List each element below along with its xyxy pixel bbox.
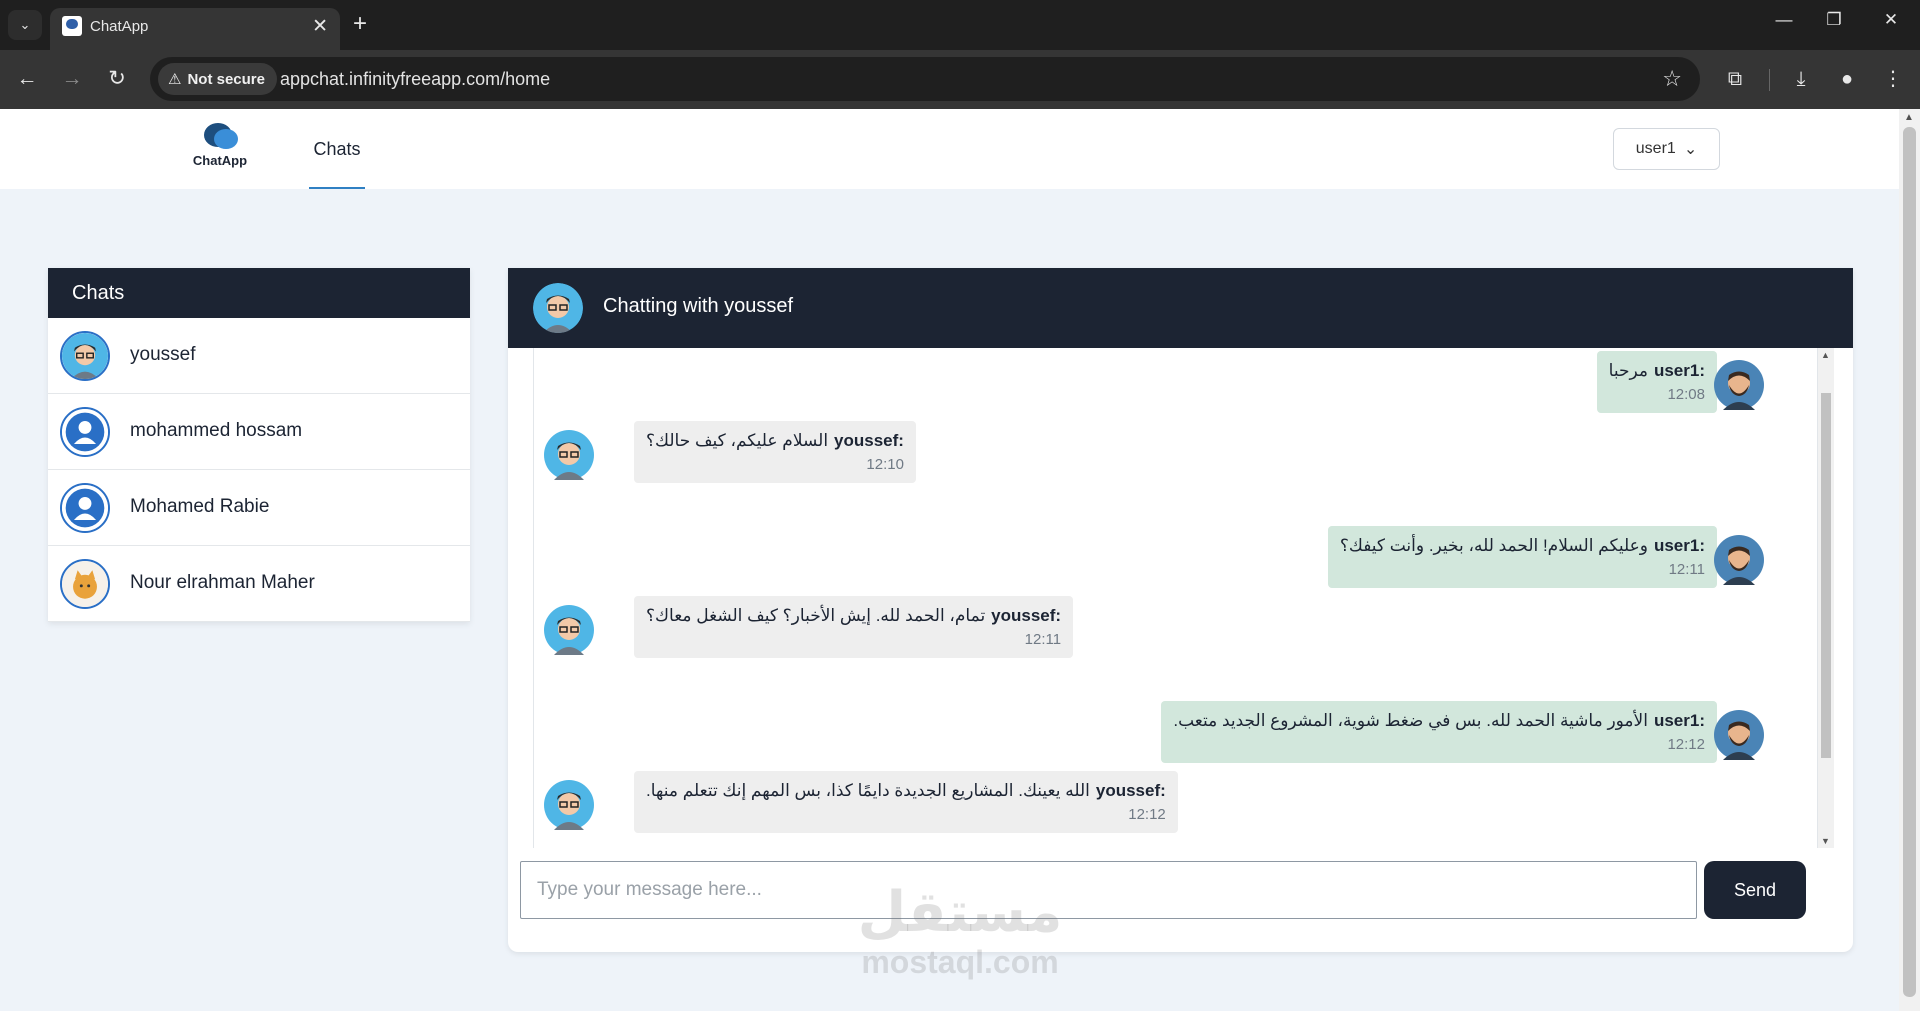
- back-icon[interactable]: ←: [12, 65, 42, 95]
- restore-icon[interactable]: ❐: [1819, 10, 1849, 30]
- reload-icon[interactable]: ↻: [102, 65, 132, 95]
- message-bubble-received: الله يعينك. المشاريع الجديدة دايمًا كذا،…: [634, 771, 1178, 833]
- page-scrollbar-thumb[interactable]: [1903, 127, 1916, 997]
- cartoon-man-avatar-icon: [60, 331, 110, 381]
- message-input[interactable]: [520, 861, 1697, 919]
- tab-title: ChatApp: [90, 18, 149, 35]
- browser-tab-strip: ⌄ ChatApp ✕ + — ❐ ✕: [0, 0, 1920, 50]
- cartoon-man-avatar-icon: [544, 605, 594, 655]
- chat-list-name: mohammed hossam: [130, 420, 303, 441]
- message-sender: user1:: [1653, 536, 1705, 555]
- close-tab-icon[interactable]: ✕: [312, 15, 328, 38]
- new-tab-icon[interactable]: +: [353, 10, 367, 38]
- chat-list-name: Nour elrahman Maher: [130, 572, 315, 593]
- user-menu-label: user1: [1635, 140, 1676, 157]
- message-text: وعليكم السلام! الحمد لله، بخير. وأنت كيف…: [1339, 536, 1648, 555]
- security-label: Not secure: [187, 70, 265, 88]
- bearded-man-avatar-icon: [1714, 360, 1764, 410]
- minimize-icon[interactable]: —: [1769, 10, 1799, 30]
- watermark-arabic: مستقل: [857, 880, 1063, 943]
- message-bubble-received: السلام عليكم، كيف حالك؟ youssef: 12:10: [634, 421, 916, 483]
- scroll-up-arrow-icon[interactable]: ▲: [1904, 112, 1914, 123]
- chat-list-item-nour-elrahman-maher[interactable]: Nour elrahman Maher: [48, 546, 470, 622]
- conversation-panel: Chatting with youssef مرحبا user1: 12:08 …: [508, 268, 1853, 952]
- message-sender: youssef:: [991, 606, 1062, 625]
- message-time: 12:11: [1024, 631, 1062, 648]
- chat-list-item-youssef[interactable]: youssef: [48, 318, 470, 394]
- page-scrollbar[interactable]: ▲: [1899, 109, 1920, 1011]
- message-composer: Send: [520, 861, 1840, 919]
- warning-icon: ⚠: [168, 71, 182, 88]
- message-list[interactable]: مرحبا user1: 12:08 السلام عليكم، كيف حالك…: [533, 348, 1818, 848]
- logo-text: ChatApp: [192, 153, 248, 168]
- message-text: الأمور ماشية الحمد لله. بس في ضغط شوية، …: [1173, 711, 1648, 730]
- message-bubble-sent: وعليكم السلام! الحمد لله، بخير. وأنت كيف…: [1327, 526, 1717, 588]
- download-icon[interactable]: ⤓: [1786, 65, 1816, 95]
- chat-list-name: youssef: [130, 344, 196, 365]
- chat-list-item-mohammed-hossam[interactable]: mohammed hossam: [48, 394, 470, 470]
- app-logo[interactable]: ChatApp: [190, 123, 250, 177]
- cartoon-man-avatar-icon: [533, 283, 583, 333]
- message-text: تمام، الحمد لله. إيش الأخبار؟ كيف الشغل …: [646, 606, 986, 625]
- chevron-down-icon: ⌄: [1683, 141, 1698, 158]
- browser-tab[interactable]: ChatApp ✕: [50, 8, 340, 50]
- browser-toolbar: ← → ↻ ⚠ Not secure appchat.infinityfreea…: [0, 50, 1920, 109]
- send-button[interactable]: Send: [1704, 861, 1806, 919]
- message-text: مرحبا: [1608, 361, 1648, 380]
- message-bubble-sent: مرحبا user1: 12:08: [1596, 351, 1717, 413]
- page: ChatApp Chats user1 ⌄ Chats youssef moha…: [0, 109, 1899, 1011]
- watermark-latin: mostaql.com: [861, 944, 1059, 980]
- message-sender: youssef:: [1095, 781, 1166, 800]
- message-time: 12:11: [1668, 561, 1705, 578]
- window-close-icon[interactable]: ✕: [1876, 10, 1906, 30]
- default-user-avatar-icon: [60, 407, 110, 457]
- bookmark-star-icon[interactable]: ☆: [1662, 66, 1682, 92]
- message-text: السلام عليكم، كيف حالك؟: [646, 431, 829, 450]
- scrollbar-thumb[interactable]: [1821, 393, 1831, 758]
- browser-menu-icon[interactable]: ⋮: [1878, 65, 1908, 95]
- bearded-man-avatar-icon: [1714, 710, 1764, 760]
- profile-icon[interactable]: ●: [1832, 65, 1862, 95]
- watermark: مستقل mostaql.com: [845, 880, 1075, 980]
- cartoon-man-avatar-icon: [544, 780, 594, 830]
- cat-avatar-icon: [60, 559, 110, 609]
- message-time: 12:10: [866, 456, 904, 473]
- message-time: 12:12: [1128, 806, 1166, 823]
- message-time: 12:08: [1667, 386, 1705, 403]
- message-sender: youssef:: [834, 431, 904, 450]
- tab-search-icon[interactable]: ⌄: [8, 10, 42, 40]
- chats-panel: Chats youssef mohammed hossam Mohamed Ra…: [48, 268, 470, 622]
- app-header: ChatApp Chats user1 ⌄: [0, 109, 1899, 189]
- chat-list-name: Mohamed Rabie: [130, 496, 270, 517]
- default-user-avatar-icon: [60, 483, 110, 533]
- site-favicon-icon: [62, 16, 82, 36]
- scroll-down-arrow-icon[interactable]: ▼: [1821, 836, 1830, 846]
- message-sender: user1:: [1653, 361, 1705, 380]
- user-menu-dropdown[interactable]: user1 ⌄: [1613, 128, 1720, 170]
- extensions-icon[interactable]: ⧉: [1720, 65, 1750, 95]
- chats-panel-title: Chats: [48, 268, 470, 318]
- message-text: الله يعينك. المشاريع الجديدة دايمًا كذا،…: [646, 781, 1090, 800]
- message-list-scrollbar[interactable]: ▲ ▼: [1818, 348, 1834, 848]
- scroll-up-arrow-icon[interactable]: ▲: [1821, 350, 1830, 360]
- conversation-header: Chatting with youssef: [508, 268, 1853, 348]
- conversation-title: Chatting with youssef: [603, 295, 794, 317]
- cartoon-man-avatar-icon: [544, 430, 594, 480]
- message-bubble-sent: الأمور ماشية الحمد لله. بس في ضغط شوية، …: [1161, 701, 1717, 763]
- message-bubble-received: تمام، الحمد لله. إيش الأخبار؟ كيف الشغل …: [634, 596, 1074, 658]
- nav-chats-link[interactable]: Chats: [309, 109, 365, 189]
- forward-icon[interactable]: →: [57, 65, 87, 95]
- url-text[interactable]: appchat.infinityfreeapp.com/home: [280, 69, 550, 90]
- chat-list-item-mohamed-rabie[interactable]: Mohamed Rabie: [48, 470, 470, 546]
- bearded-man-avatar-icon: [1714, 535, 1764, 585]
- message-sender: user1:: [1653, 711, 1705, 730]
- security-chip[interactable]: ⚠ Not secure: [158, 63, 277, 95]
- message-time: 12:12: [1667, 736, 1705, 753]
- toolbar-divider: [1769, 69, 1770, 91]
- address-bar[interactable]: ⚠ Not secure appchat.infinityfreeapp.com…: [150, 57, 1700, 101]
- chat-bubble-icon: [214, 129, 238, 149]
